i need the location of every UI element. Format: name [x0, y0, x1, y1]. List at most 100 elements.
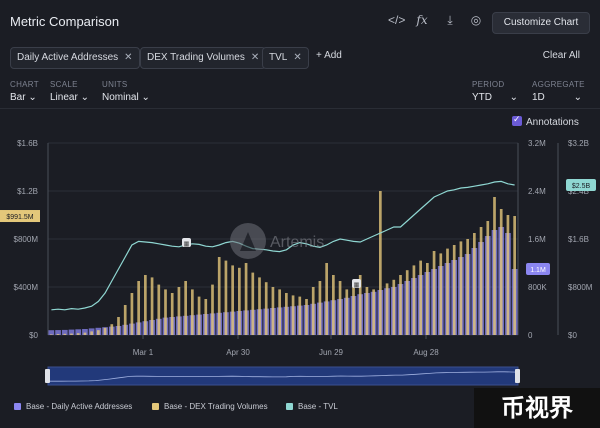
dex-bar	[137, 281, 140, 335]
customize-chart-button[interactable]: Customize Chart	[492, 12, 590, 34]
dex-bar	[305, 299, 308, 335]
aggregate-label: AGGREGATE	[532, 80, 585, 89]
dex-bar	[493, 197, 496, 335]
download-icon[interactable]: ⤓	[442, 13, 458, 28]
dex-bar	[466, 239, 469, 335]
dex-bar	[332, 275, 335, 335]
chevron-down-icon: ⌄	[28, 92, 37, 103]
dex-bar	[177, 287, 181, 335]
header: Metric Comparison </> fx ⤓ ◎ Customize C…	[0, 0, 600, 44]
dex-bar	[506, 215, 510, 335]
dex-bar	[318, 281, 322, 335]
dex-bar	[251, 272, 255, 335]
dex-bar	[278, 289, 281, 335]
x-axis-tick: Mar 1	[133, 348, 154, 357]
mid-axis-tick: 800K	[528, 283, 547, 292]
code-icon[interactable]: </>	[388, 13, 405, 27]
right-axis-tick: $800M	[568, 283, 593, 292]
annotations-label: Annotations	[526, 117, 579, 128]
dex-bar	[452, 245, 456, 335]
period-label: PERIOD	[472, 80, 505, 89]
close-icon[interactable]: ✕	[251, 52, 259, 63]
x-axis-tick: Aug 28	[413, 348, 439, 357]
scale-select[interactable]: SCALE Linear ⌄	[50, 80, 89, 103]
dex-bar	[365, 287, 369, 335]
units-select[interactable]: UNITS Nominal ⌄	[102, 80, 150, 103]
tvl-value-label: $2.5B	[572, 183, 591, 190]
legend-item-tvl[interactable]: Base - TVL	[286, 402, 338, 411]
dex-bar	[204, 299, 208, 335]
dex-bar	[432, 251, 436, 335]
dex-bar	[217, 257, 221, 335]
formula-icon[interactable]: fx	[414, 13, 430, 27]
dex-bar	[63, 333, 67, 335]
chart-type-select[interactable]: CHART Bar ⌄	[10, 80, 39, 103]
artemis-logo: Artemis	[230, 223, 324, 259]
aggregate-select[interactable]: AGGREGATE 1D ⌄	[532, 80, 585, 103]
dex-bar	[150, 277, 154, 335]
page-title: Metric Comparison	[10, 14, 120, 29]
legend-item-daa[interactable]: Base - Daily Active Addresses	[14, 402, 132, 411]
navigator-track	[47, 366, 519, 386]
dex-bar	[184, 281, 187, 335]
period-select[interactable]: PERIOD YTD ⌄	[472, 80, 518, 103]
close-icon[interactable]: ✕	[124, 52, 132, 63]
legend-item-dex[interactable]: Base - DEX Trading Volumes	[152, 402, 268, 411]
legend-label: Base - Daily Active Addresses	[26, 402, 133, 411]
dex-bar	[110, 324, 114, 335]
legend-swatch	[286, 403, 293, 410]
dex-bar	[231, 265, 234, 335]
dex-bar	[338, 281, 342, 335]
navigator-handle-left	[45, 369, 50, 383]
dex-bar	[224, 260, 228, 335]
dex-bar	[352, 284, 355, 335]
chip-dex-trading-volumes[interactable]: DEX Trading Volumes ✕	[140, 47, 267, 69]
navigator-handle-right	[515, 369, 520, 383]
dex-bar	[56, 334, 60, 335]
dex-bar	[164, 289, 167, 335]
dex-bar	[459, 241, 463, 335]
dex-bar	[379, 191, 382, 335]
units-label: UNITS	[102, 80, 128, 89]
dex-bar	[399, 275, 402, 335]
dex-bar	[83, 332, 87, 335]
dex-bar	[144, 275, 147, 335]
legend-label: Base - TVL	[298, 402, 338, 411]
mid-axis-tick: 1.6M	[528, 235, 546, 244]
dex-bar	[345, 289, 349, 335]
daa-bar	[48, 330, 55, 335]
chip-label: TVL	[269, 52, 288, 63]
watermark-text: 币视界	[474, 388, 600, 428]
left-axis-tick: $400M	[14, 283, 39, 292]
dex-bar	[499, 209, 503, 335]
chart-type-value: Bar	[10, 92, 26, 103]
logo-text: Artemis	[270, 234, 324, 251]
mid-axis-tick: 2.4M	[528, 187, 546, 196]
dex-bar	[392, 279, 396, 335]
camera-icon[interactable]: ◎	[468, 13, 484, 27]
scale-value: Linear	[50, 92, 78, 103]
divider	[0, 108, 600, 109]
chip-tvl[interactable]: TVL ✕	[262, 47, 309, 69]
chart-area: $0 0 $0 $400M 800K $800M $800M 1.6M $1.6B $1.2B 2.…	[0, 139, 596, 386]
units-value: Nominal	[102, 92, 139, 103]
dex-bar	[325, 263, 328, 335]
dex-bar	[311, 287, 315, 335]
calendar-icon: ▦	[354, 283, 360, 289]
dex-bar	[76, 333, 80, 335]
dex-bar	[244, 263, 248, 335]
dex-bar	[191, 289, 194, 335]
add-metric-button[interactable]: + Add	[316, 50, 342, 61]
clear-all-button[interactable]: Clear All	[543, 50, 580, 61]
chevron-down-icon: ⌄	[573, 92, 582, 103]
dex-bar	[123, 305, 127, 335]
dex-bar	[486, 221, 490, 335]
dex-bar	[271, 287, 275, 335]
close-icon[interactable]: ✕	[293, 52, 301, 63]
chip-daily-active-addresses[interactable]: Daily Active Addresses ✕	[10, 47, 140, 69]
dex-bar	[412, 265, 416, 335]
annotations-toggle[interactable]: Annotations	[512, 114, 579, 128]
right-axis-tick: $1.6B	[568, 235, 589, 244]
dex-bar	[385, 283, 389, 335]
dex-bar	[130, 293, 134, 335]
